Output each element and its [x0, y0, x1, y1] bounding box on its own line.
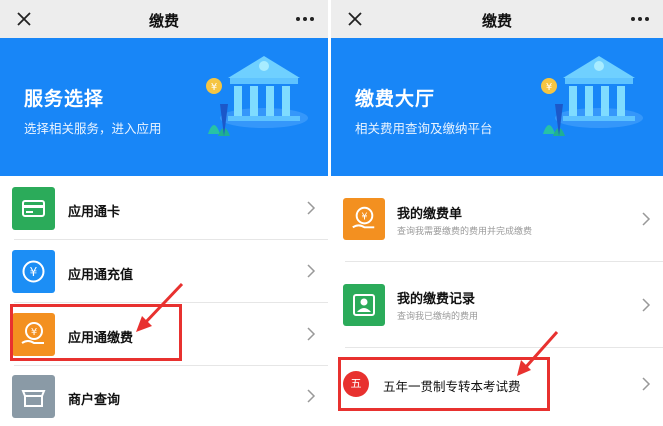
svg-text:¥: ¥ — [546, 82, 552, 93]
nav-title: 缴费 — [481, 12, 512, 30]
chevron-right-icon — [642, 377, 651, 391]
chevron-right-icon — [307, 201, 316, 215]
hero-title: 服务选择 — [24, 88, 105, 110]
list-item-card[interactable]: 应用通卡 — [0, 176, 328, 240]
list-item-title: 我的缴费单 — [397, 207, 463, 222]
list-item-my-records[interactable]: 我的缴费记录 查询我已缴纳的费用 — [331, 262, 663, 348]
hero-subtitle: 相关费用查询及缴纳平台 — [355, 121, 493, 136]
bank-building-icon: ¥ — [541, 56, 643, 136]
bank-building-icon: ¥ — [206, 56, 308, 136]
chevron-right-icon — [307, 264, 316, 278]
more-icon[interactable] — [296, 17, 314, 21]
list-item-subtitle: 查询我已缴纳的费用 — [397, 312, 479, 322]
user-icon — [343, 284, 385, 326]
nav-title: 缴费 — [148, 12, 179, 30]
store-icon — [12, 375, 55, 418]
nav-bar: 缴费 — [331, 0, 663, 38]
svg-text:¥: ¥ — [361, 211, 367, 222]
nav-bar: 缴费 — [0, 0, 328, 38]
svg-text:¥: ¥ — [211, 82, 217, 93]
list-item-label: 商户查询 — [68, 393, 121, 408]
list-item-subtitle: 查询我需要缴费的费用并完成缴费 — [397, 227, 533, 237]
left-phone-screen: 缴费 服务选择 选择相关服务，进入应用 ¥ 应用通卡 ¥ 应用通充值 ¥ 应用通… — [0, 0, 328, 426]
hero-banner: 缴费大厅 相关费用查询及缴纳平台 ¥ — [331, 38, 663, 176]
hero-banner: 服务选择 选择相关服务，进入应用 ¥ — [0, 38, 328, 176]
right-phone-screen: 缴费 缴费大厅 相关费用查询及缴纳平台 ¥ ¥ 我的缴费单 查询我需要缴费的费用… — [331, 0, 663, 426]
chevron-right-icon — [642, 298, 651, 312]
arrow-annotation-icon — [517, 331, 559, 376]
svg-text:¥: ¥ — [30, 265, 38, 279]
yen-coin-icon: ¥ — [12, 250, 55, 293]
more-icon[interactable] — [631, 17, 649, 21]
chevron-right-icon — [642, 212, 651, 226]
list-item-label: 应用通卡 — [68, 205, 121, 220]
chevron-right-icon — [307, 327, 316, 341]
list-item-my-bills[interactable]: ¥ 我的缴费单 查询我需要缴费的费用并完成缴费 — [331, 176, 663, 262]
arrow-annotation-icon — [136, 282, 184, 332]
hero-subtitle: 选择相关服务，进入应用 — [24, 121, 162, 136]
list-item-title: 我的缴费记录 — [397, 292, 476, 307]
hero-title: 缴费大厅 — [355, 88, 436, 110]
yen-hand-icon: ¥ — [343, 198, 385, 240]
list-item-label: 应用通充值 — [68, 268, 134, 283]
list-item-merchant[interactable]: 商户查询 — [0, 366, 328, 426]
chevron-right-icon — [307, 389, 316, 403]
card-icon — [12, 187, 55, 230]
